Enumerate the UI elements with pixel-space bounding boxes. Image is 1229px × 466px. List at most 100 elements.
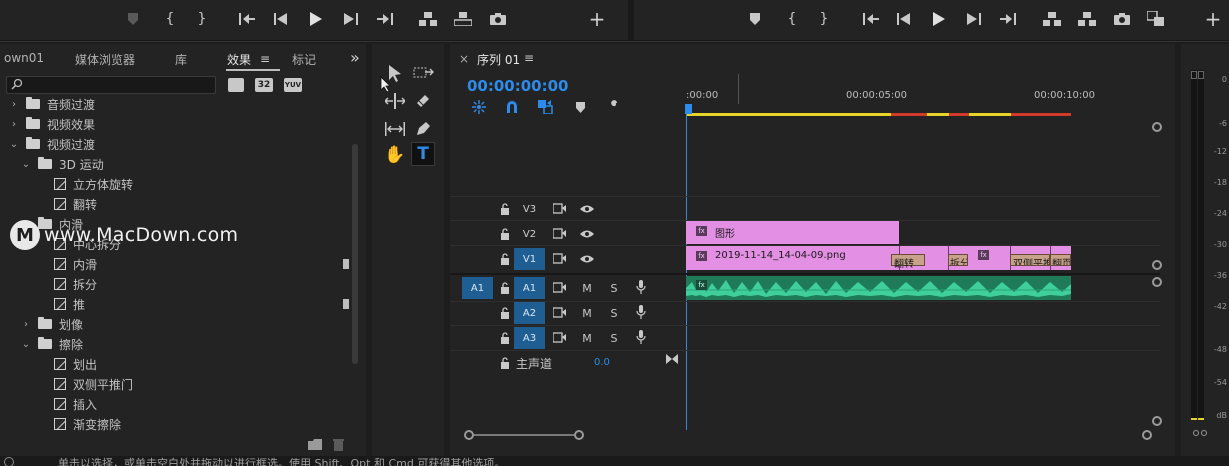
snap-magnet-icon[interactable]	[505, 100, 519, 117]
panel-overflow-icon[interactable]: »	[350, 48, 360, 67]
tab-effects[interactable]: 效果	[227, 51, 251, 68]
tab-project[interactable]: own01	[4, 51, 44, 65]
tree-effect-split[interactable]: 拆分	[0, 274, 350, 294]
tree-folder-video-transitions[interactable]: ⌄ 视频过渡	[0, 134, 350, 154]
track-target-v1[interactable]: V1	[514, 248, 545, 270]
add-icon[interactable]: +	[589, 7, 606, 31]
lock-icon[interactable]	[497, 330, 513, 346]
mark-in-icon[interactable]: {	[785, 11, 799, 27]
chevron-right-icon[interactable]: ›	[8, 119, 20, 130]
tree-effect-gradient-wipe[interactable]: 渐变擦除	[0, 414, 350, 434]
vertical-zoom-handle-bottom[interactable]	[1152, 260, 1162, 270]
tree-effect-cube-spin[interactable]: 立方体旋转	[0, 174, 350, 194]
go-to-out-icon[interactable]	[376, 11, 394, 27]
scroll-handle-left[interactable]	[464, 430, 474, 440]
chevron-down-icon[interactable]: ⌄	[20, 159, 32, 170]
lock-icon[interactable]	[497, 280, 513, 296]
mark-out-icon[interactable]: }	[817, 11, 831, 27]
marker-icon[interactable]	[749, 12, 761, 26]
tree-folder-wipe[interactable]: ⌄ 擦除	[0, 334, 350, 354]
go-to-in-icon[interactable]	[862, 11, 880, 27]
master-volume-value[interactable]: 0.0	[594, 357, 610, 368]
tree-effect-push[interactable]: 推	[0, 294, 350, 314]
graphic-clip[interactable]: fx 图形	[686, 221, 899, 244]
hand-tool-icon[interactable]: ✋	[384, 144, 406, 166]
trash-icon[interactable]	[333, 438, 344, 454]
mute-button[interactable]: M	[579, 330, 595, 346]
add-icon[interactable]: +	[1205, 7, 1222, 31]
scroll-handle-right[interactable]	[574, 430, 584, 440]
bowtie-icon[interactable]	[666, 353, 678, 367]
solo-button[interactable]: S	[606, 305, 622, 321]
audio-clip[interactable]: fx	[686, 276, 1071, 300]
playhead-handle[interactable]	[685, 104, 692, 114]
solo-button[interactable]: S	[606, 280, 622, 296]
step-back-icon[interactable]	[896, 11, 912, 27]
effects-search-box[interactable]	[6, 76, 216, 94]
tab-media-browser[interactable]: 媒体浏览器	[75, 51, 135, 68]
play-icon[interactable]	[308, 11, 324, 27]
eye-icon[interactable]	[579, 226, 595, 242]
tab-markers[interactable]: 标记	[292, 51, 316, 68]
track-target-a2[interactable]: A2	[514, 302, 545, 324]
timecode-display[interactable]: 00:00:00:00	[467, 77, 569, 95]
solo-button[interactable]: S	[606, 330, 622, 346]
solo-left-icon[interactable]	[1193, 430, 1199, 436]
playhead-line[interactable]	[686, 114, 687, 430]
eye-icon[interactable]	[579, 201, 595, 217]
go-to-out-icon[interactable]	[999, 11, 1017, 27]
linked-selection-icon[interactable]	[538, 100, 554, 117]
play-icon[interactable]	[931, 11, 947, 27]
vertical-zoom-handle-top[interactable]	[1152, 122, 1162, 132]
chevron-down-icon[interactable]: ⌄	[20, 339, 32, 350]
microphone-icon[interactable]	[633, 304, 649, 320]
tree-folder-audio-transitions[interactable]: › 音频过渡	[0, 94, 350, 114]
track-select-tool-icon[interactable]	[412, 62, 436, 84]
extract-icon[interactable]	[1078, 11, 1096, 27]
sequence-close-icon[interactable]: ×	[459, 52, 469, 66]
transition-clip-barn-doors[interactable]: 双侧平推	[1010, 254, 1050, 266]
tree-folder-3d-motion[interactable]: ⌄ 3D 运动	[0, 154, 350, 174]
tree-folder-iris[interactable]: › 划像	[0, 314, 350, 334]
go-to-in-icon[interactable]	[238, 11, 256, 27]
microphone-icon[interactable]	[633, 329, 649, 345]
horizontal-scrollbar[interactable]	[464, 430, 1154, 440]
sync-lock-icon[interactable]	[552, 251, 568, 267]
compare-icon[interactable]	[1147, 10, 1165, 28]
lift-icon[interactable]	[1043, 11, 1061, 27]
step-forward-icon[interactable]	[966, 11, 982, 27]
32bit-effects-icon[interactable]: 32	[255, 78, 273, 92]
mark-out-icon[interactable]: }	[195, 11, 209, 27]
solo-right-icon[interactable]	[1201, 430, 1207, 436]
sync-lock-icon[interactable]	[552, 201, 568, 217]
chevron-right-icon[interactable]: ›	[20, 319, 32, 330]
razor-tool-icon[interactable]	[412, 90, 434, 112]
tab-effects-menu-icon[interactable]: ≡	[260, 52, 270, 66]
track-target-v3[interactable]: V3	[514, 198, 545, 220]
chevron-right-icon[interactable]: ›	[8, 99, 20, 110]
tab-libraries[interactable]: 库	[175, 51, 187, 68]
tree-effect-barn-doors[interactable]: 双侧平推门	[0, 374, 350, 394]
slip-tool-icon[interactable]	[384, 118, 406, 140]
camera-icon[interactable]	[490, 11, 506, 27]
insert-icon[interactable]	[419, 11, 437, 27]
sync-lock-icon[interactable]	[552, 305, 568, 321]
lock-icon[interactable]	[497, 201, 513, 217]
marker-icon[interactable]	[127, 12, 139, 26]
sequence-menu-icon[interactable]: ≡	[524, 51, 534, 65]
eye-icon[interactable]	[579, 251, 595, 267]
mute-button[interactable]: M	[579, 280, 595, 296]
scroll-thumb[interactable]	[474, 434, 574, 436]
effects-scrollbar[interactable]	[352, 144, 358, 364]
overwrite-icon[interactable]	[454, 11, 472, 27]
step-back-icon[interactable]	[273, 11, 289, 27]
lock-icon[interactable]	[497, 305, 513, 321]
tree-effect-band-slide[interactable]: 划出	[0, 354, 350, 374]
lock-icon[interactable]	[497, 226, 513, 242]
sequence-tab-title[interactable]: 序列 01	[477, 51, 520, 68]
add-marker-icon[interactable]	[576, 102, 585, 116]
audio-zoom-handle-top[interactable]	[1152, 277, 1162, 287]
transition-clip-flip[interactable]: 翻转	[891, 254, 925, 270]
sync-lock-icon[interactable]	[552, 280, 568, 296]
yuv-effects-icon[interactable]: YUV	[284, 78, 302, 92]
